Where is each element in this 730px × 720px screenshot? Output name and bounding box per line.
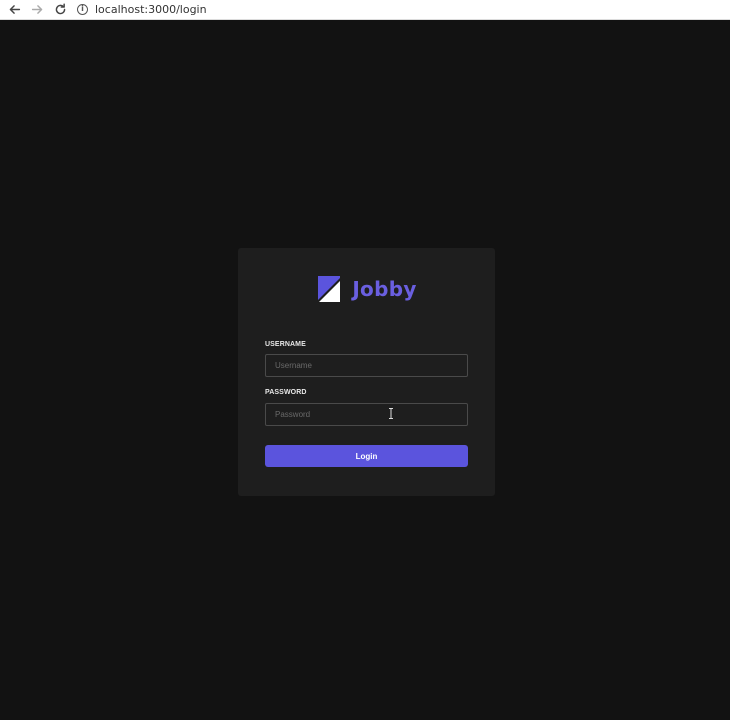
- address-bar[interactable]: i localhost:3000/login: [77, 1, 207, 19]
- url-text[interactable]: localhost:3000/login: [95, 3, 207, 16]
- login-page: Jobby USERNAME PASSWORD Login: [0, 20, 730, 720]
- info-icon[interactable]: i: [77, 4, 88, 15]
- login-button[interactable]: Login: [265, 445, 468, 467]
- reload-icon: [55, 3, 65, 15]
- browser-toolbar: i localhost:3000/login: [0, 0, 730, 20]
- arrow-right-icon: [31, 5, 42, 14]
- text-cursor-icon: [389, 408, 393, 419]
- arrow-left-icon: [9, 5, 20, 14]
- login-card: Jobby USERNAME PASSWORD Login: [238, 248, 495, 496]
- reload-button[interactable]: [51, 1, 69, 19]
- username-label: USERNAME: [265, 341, 306, 348]
- password-input[interactable]: [265, 403, 468, 426]
- forward-button[interactable]: [28, 1, 46, 19]
- brand-header: Jobby: [238, 275, 495, 303]
- brand-name: Jobby: [352, 277, 417, 301]
- back-button[interactable]: [5, 1, 23, 19]
- password-label: PASSWORD: [265, 389, 307, 396]
- username-input[interactable]: [265, 354, 468, 377]
- logo-icon: [318, 276, 341, 302]
